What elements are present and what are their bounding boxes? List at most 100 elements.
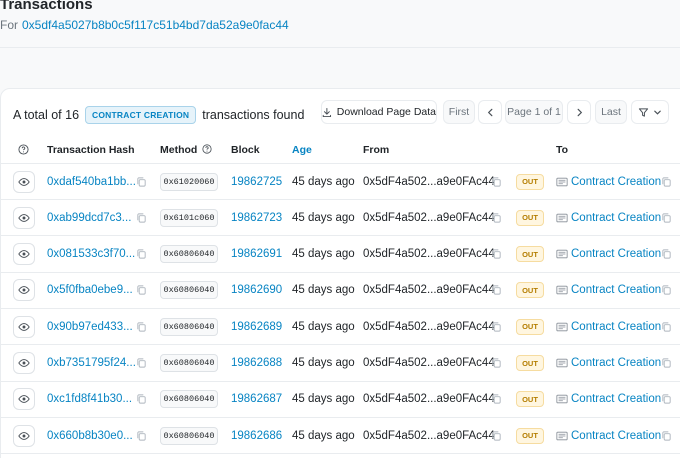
transaction-hash-link[interactable]: 0x90b97ed433...	[47, 321, 133, 333]
copy-icon[interactable]	[491, 430, 502, 441]
first-page-button[interactable]: First	[443, 100, 475, 124]
block-link[interactable]: 19862688	[231, 357, 282, 369]
transaction-hash-link[interactable]: 0xc1fd8f41b30...	[47, 393, 132, 405]
copy-icon[interactable]	[136, 394, 147, 405]
transaction-hash-link[interactable]: 0x5f0fba0ebe9...	[47, 284, 133, 296]
copy-icon[interactable]	[491, 285, 502, 296]
table-row: 0x660b8b30e0... 0x60806040 19862686 45 days…	[1, 418, 680, 455]
contract-document-icon	[556, 249, 568, 260]
copy-icon[interactable]	[136, 321, 147, 332]
block-link[interactable]: 19862723	[231, 212, 282, 224]
copy-icon[interactable]	[491, 394, 502, 405]
block-link[interactable]: 19862690	[231, 284, 282, 296]
age-text: 45 days ago	[292, 211, 355, 224]
to-contract-creation-link[interactable]: Contract Creation	[571, 393, 661, 405]
table-row: 0xdaf540ba1bb... 0x61020060 19862725 45 day…	[1, 164, 680, 200]
copy-icon[interactable]	[491, 212, 502, 223]
chevron-down-icon	[654, 110, 661, 115]
copy-icon[interactable]	[661, 430, 672, 441]
header-from: From	[363, 144, 390, 156]
page-subtitle: For 0x5df4a5027b8b0c5f117c51b4bd7da52a9e0…	[0, 18, 289, 32]
from-address[interactable]: 0x5dF4a502...a9e0FAc44	[363, 248, 495, 260]
to-contract-creation-link[interactable]: Contract Creation	[571, 430, 661, 442]
transaction-hash-link[interactable]: 0x081533c3f70...	[47, 248, 135, 260]
age-text: 45 days ago	[292, 175, 355, 188]
method-badge: 0x60806040	[160, 354, 218, 372]
view-details-button[interactable]	[13, 279, 35, 302]
copy-icon[interactable]	[661, 212, 672, 223]
block-link[interactable]: 19862725	[231, 176, 282, 188]
view-details-button[interactable]	[13, 424, 35, 447]
to-contract-creation-link[interactable]: Contract Creation	[571, 176, 661, 188]
chevron-left-icon	[487, 108, 492, 116]
to-contract-creation-link[interactable]: Contract Creation	[571, 212, 661, 224]
contract-document-icon	[556, 321, 568, 332]
from-address[interactable]: 0x5dF4a502...a9e0FAc44	[363, 176, 495, 188]
copy-icon[interactable]	[491, 358, 502, 369]
header-transaction-hash: Transaction Hash	[47, 144, 135, 156]
from-address[interactable]: 0x5dF4a502...a9e0FAc44	[363, 393, 495, 405]
from-address[interactable]: 0x5dF4a502...a9e0FAc44	[363, 284, 495, 296]
block-link[interactable]: 19862687	[231, 393, 282, 405]
copy-icon[interactable]	[661, 176, 672, 187]
view-details-button[interactable]	[13, 388, 35, 411]
age-text: 45 days ago	[292, 429, 355, 442]
eye-icon	[18, 321, 30, 333]
copy-icon[interactable]	[491, 176, 502, 187]
view-details-button[interactable]	[13, 352, 35, 374]
to-contract-creation-link[interactable]: Contract Creation	[571, 357, 661, 369]
transaction-hash-link[interactable]: 0x660b8b30e0...	[47, 430, 133, 442]
copy-icon[interactable]	[136, 285, 147, 296]
to-contract-creation-link[interactable]: Contract Creation	[571, 248, 661, 260]
view-details-button[interactable]	[13, 315, 35, 338]
eye-icon	[18, 248, 30, 260]
direction-badge: OUT	[516, 391, 544, 408]
transaction-hash-link[interactable]: 0xab99dcd7c3...	[47, 212, 131, 224]
summary-suffix: transactions found	[202, 108, 305, 122]
copy-icon[interactable]	[136, 358, 147, 369]
download-page-data-button[interactable]: Download Page Data	[321, 100, 437, 124]
from-address[interactable]: 0x5dF4a502...a9e0FAc44	[363, 357, 495, 369]
transaction-hash-link[interactable]: 0xb7351795f24...	[47, 357, 136, 369]
block-link[interactable]: 19862686	[231, 430, 282, 442]
transaction-hash-link[interactable]: 0xdaf540ba1bb...	[47, 176, 136, 188]
view-details-button[interactable]	[13, 206, 35, 229]
copy-icon[interactable]	[491, 249, 502, 260]
copy-icon[interactable]	[136, 212, 147, 223]
contract-document-icon	[556, 358, 568, 369]
table-row: 0xb7351795f24... 0x60806040 19862688 45 day…	[1, 346, 680, 382]
summary-prefix: A total of 16	[13, 108, 80, 122]
transactions-summary: A total of 16 CONTRACT CREATION transact…	[13, 106, 304, 124]
copy-icon[interactable]	[661, 321, 672, 332]
copy-icon[interactable]	[491, 321, 502, 332]
from-address[interactable]: 0x5dF4a502...a9e0FAc44	[363, 430, 495, 442]
copy-icon[interactable]	[136, 430, 147, 441]
address-link[interactable]: 0x5df4a5027b8b0c5f117c51b4bd7da52a9e0fac…	[22, 18, 289, 32]
from-address[interactable]: 0x5dF4a502...a9e0FAc44	[363, 321, 495, 333]
copy-icon[interactable]	[661, 358, 672, 369]
to-contract-creation-link[interactable]: Contract Creation	[571, 284, 661, 296]
to-contract-creation-link[interactable]: Contract Creation	[571, 321, 661, 333]
block-link[interactable]: 19862691	[231, 248, 282, 260]
view-details-button[interactable]	[13, 243, 35, 266]
next-page-button[interactable]	[567, 100, 591, 124]
copy-icon[interactable]	[661, 249, 672, 260]
previous-page-button[interactable]	[478, 100, 502, 124]
direction-badge: OUT	[516, 173, 544, 190]
copy-icon[interactable]	[136, 176, 147, 187]
last-page-button[interactable]: Last	[595, 100, 627, 124]
eye-icon	[18, 430, 30, 442]
from-address[interactable]: 0x5dF4a502...a9e0FAc44	[363, 212, 495, 224]
age-text: 45 days ago	[292, 248, 355, 261]
filter-dropdown-button[interactable]	[631, 100, 669, 124]
question-circle-icon[interactable]	[202, 144, 212, 154]
copy-icon[interactable]	[661, 285, 672, 296]
view-details-button[interactable]	[13, 170, 35, 193]
table-row: 0x90b97ed433... 0x60806040 19862689 45 days…	[1, 309, 680, 346]
copy-icon[interactable]	[661, 394, 672, 405]
table-row: 0xab99dcd7c3... 0x6101c060 19862723 45 days…	[1, 200, 680, 237]
transactions-card: A total of 16 CONTRACT CREATION transact…	[0, 88, 680, 458]
copy-icon[interactable]	[136, 249, 147, 260]
block-link[interactable]: 19862689	[231, 321, 282, 333]
header-age[interactable]: Age	[292, 144, 312, 156]
